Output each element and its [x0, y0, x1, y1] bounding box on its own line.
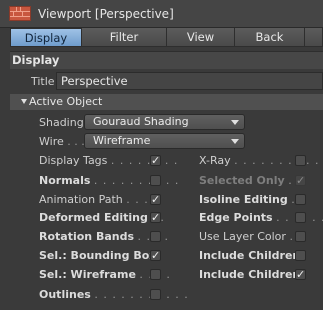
option-label: Sel.: Wireframe	[39, 268, 136, 281]
tab-back[interactable]: Back	[235, 28, 305, 47]
tab-bar: Display Filter View Back	[10, 28, 323, 47]
wire-dropdown[interactable]: Wireframe	[84, 133, 245, 149]
option-label: Include Children	[199, 268, 301, 281]
option-sel-bounding-box[interactable]: Sel.: Bounding Box	[39, 248, 156, 264]
include-children-1-checkbox[interactable]	[295, 250, 306, 261]
option-label: Display Tags	[39, 154, 108, 167]
option-dots: . . . . . . . . . . .	[94, 288, 189, 301]
option-isoline-editing[interactable]: Isoline Editing . .	[199, 192, 305, 208]
tab-overflow[interactable]	[305, 28, 323, 47]
display-tags-checkbox[interactable]: ✓	[150, 155, 161, 166]
include-children-2-checkbox[interactable]: ✓	[295, 269, 306, 280]
option-include-children-1[interactable]: Include Children	[199, 248, 300, 264]
group-label: Active Object	[29, 95, 103, 108]
option-deformed-editing[interactable]: Deformed Editing . .	[39, 210, 165, 226]
option-label: Selected Only	[199, 174, 285, 187]
selected-only-checkbox: ✓	[295, 174, 306, 187]
option-animation-path[interactable]: Animation Path . . . .	[39, 192, 158, 208]
option-dots: . . . . . . . . . .	[234, 154, 320, 167]
chevron-down-icon	[231, 120, 239, 125]
option-label: Outlines	[39, 288, 91, 301]
sel-wireframe-checkbox[interactable]	[150, 269, 161, 280]
option-label: X-Ray	[199, 154, 231, 167]
edge-points-checkbox[interactable]	[295, 212, 306, 223]
title-label: Title	[31, 75, 55, 88]
wire-value: Wireframe	[93, 134, 151, 147]
option-label: Include Children	[199, 249, 301, 262]
sel-bounding-box-checkbox[interactable]: ✓	[150, 250, 161, 261]
option-dots: . . . . . . . . . .	[93, 174, 180, 187]
active-object-group-header[interactable]: Active Object	[10, 94, 323, 110]
option-use-layer-color[interactable]: Use Layer Color . .	[199, 229, 303, 245]
shading-label: Shading	[39, 116, 84, 129]
window-title: Viewport [Perspective]	[38, 7, 174, 21]
option-label: Edge Points	[199, 211, 273, 224]
option-dots: . . . . . . . .	[110, 154, 179, 167]
option-label: Normals	[39, 174, 91, 187]
x-ray-checkbox[interactable]	[295, 155, 306, 166]
shading-dropdown[interactable]: Gouraud Shading	[84, 114, 245, 130]
wire-label: Wire . . .	[39, 135, 85, 148]
normals-checkbox[interactable]	[150, 175, 161, 186]
chevron-down-icon	[231, 139, 239, 144]
option-label: Animation Path	[39, 193, 123, 206]
option-label: Rotation Bands	[39, 230, 135, 243]
rotation-bands-checkbox[interactable]	[150, 231, 161, 242]
option-label: Sel.: Bounding Box	[39, 249, 157, 262]
use-layer-color-checkbox[interactable]	[295, 231, 306, 242]
wire-label-dots: . . .	[67, 135, 85, 148]
animation-path-checkbox[interactable]: ✓	[150, 194, 161, 205]
option-include-children-2[interactable]: Include Children	[199, 267, 300, 283]
option-label: Isoline Editing	[199, 193, 288, 206]
tab-filter[interactable]: Filter	[82, 28, 167, 47]
option-label: Deformed Editing	[39, 211, 148, 224]
shading-value: Gouraud Shading	[93, 115, 189, 128]
section-title: Display	[10, 51, 323, 69]
isoline-editing-checkbox[interactable]	[295, 194, 306, 205]
option-selected-only: Selected Only . .	[199, 173, 302, 189]
title-input[interactable]	[56, 72, 323, 90]
window-titlebar: Viewport [Perspective]	[0, 0, 323, 28]
tab-display[interactable]: Display	[10, 28, 82, 47]
option-label: Use Layer Color	[199, 230, 286, 243]
tab-view[interactable]: View	[167, 28, 235, 47]
wire-label-text: Wire	[39, 135, 64, 148]
outlines-checkbox[interactable]	[150, 289, 161, 300]
option-outlines[interactable]: Outlines . . . . . . . . . . .	[39, 287, 189, 303]
disclosure-triangle-icon[interactable]	[21, 99, 27, 104]
brick-wall-icon	[9, 6, 31, 21]
deformed-editing-checkbox[interactable]: ✓	[150, 212, 161, 223]
